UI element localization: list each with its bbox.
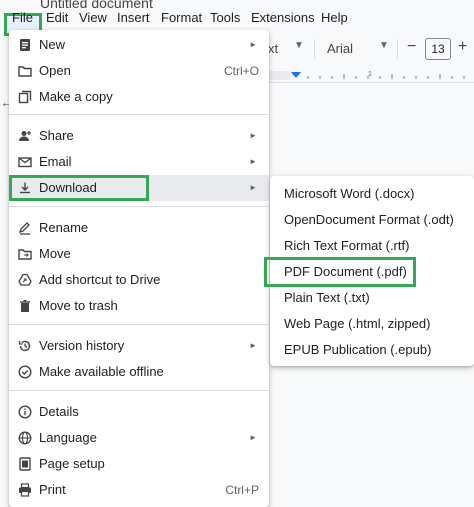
menu-item-label: Details: [39, 404, 79, 419]
style-select-partial[interactable]: xt: [268, 41, 278, 56]
menu-item-print[interactable]: Print Ctrl+P: [9, 477, 269, 503]
globe-icon: [18, 431, 32, 445]
menu-item-details[interactable]: Details: [9, 399, 269, 425]
menu-item-page-setup[interactable]: Page setup: [9, 451, 269, 477]
menu-item-label: Share: [39, 128, 74, 143]
menu-format[interactable]: Format: [161, 10, 202, 25]
menu-item-move-to-trash[interactable]: Move to trash: [9, 293, 269, 319]
ruler: 1: [268, 68, 474, 83]
download-option-label: Microsoft Word (.docx): [284, 186, 415, 201]
menubar: File Edit View Insert Format Tools Exten…: [0, 6, 474, 36]
menu-item-version-history[interactable]: Version history ►: [9, 333, 269, 359]
download-submenu: Microsoft Word (.docx) OpenDocument Form…: [264, 176, 474, 366]
print-icon: [19, 483, 31, 497]
font-select[interactable]: Arial: [327, 41, 353, 56]
download-option-rtf[interactable]: Rich Text Format (.rtf): [270, 233, 474, 259]
menu-divider: [9, 114, 269, 115]
menu-item-rename[interactable]: Rename: [9, 215, 269, 241]
menu-item-label: Email: [39, 154, 72, 169]
download-icon: [20, 182, 30, 194]
share-person-icon: [19, 131, 31, 141]
menu-item-label: Page setup: [39, 456, 105, 471]
menu-item-label: Open: [39, 63, 71, 78]
download-option-html[interactable]: Web Page (.html, zipped): [270, 311, 474, 337]
menu-help[interactable]: Help: [321, 10, 348, 25]
download-option-epub[interactable]: EPUB Publication (.epub): [270, 337, 474, 363]
menu-item-email[interactable]: Email ►: [9, 149, 269, 175]
email-icon: [18, 157, 32, 168]
menu-item-open[interactable]: Open Ctrl+O: [9, 58, 269, 84]
download-option-txt[interactable]: Plain Text (.txt): [270, 285, 474, 311]
font-size-input[interactable]: 13: [425, 38, 451, 60]
menu-item-label: Move to trash: [39, 298, 118, 313]
download-option-label: Web Page (.html, zipped): [284, 316, 431, 331]
ruler-ticks: 1: [268, 71, 465, 80]
folder-icon: [18, 66, 32, 77]
menu-item-share[interactable]: Share ►: [9, 123, 269, 149]
menu-item-label: Language: [39, 430, 97, 445]
submenu-arrow-icon: ►: [249, 341, 257, 350]
menu-item-label: Version history: [39, 338, 125, 353]
menu-edit[interactable]: Edit: [46, 10, 68, 25]
menu-divider: [9, 206, 269, 207]
toolbar-divider: [314, 39, 315, 59]
menu-item-label: Add shortcut to Drive: [39, 272, 161, 287]
decrease-font-size-button[interactable]: −: [407, 38, 416, 56]
download-option-label: PDF Document (.pdf): [284, 264, 407, 279]
toolbar-divider: [397, 39, 398, 59]
toolbar: xt ▼ Arial ▼ − 13 +: [268, 36, 474, 64]
download-option-label: OpenDocument Format (.odt): [284, 212, 454, 227]
shortcut-label: Ctrl+P: [225, 483, 259, 497]
menu-item-move[interactable]: Move: [9, 241, 269, 267]
info-icon: [18, 405, 32, 419]
menu-item-label: New: [39, 37, 66, 52]
page-setup-icon: [19, 457, 31, 471]
copy-icon: [18, 90, 32, 104]
menu-extensions[interactable]: Extensions: [251, 10, 315, 25]
submenu-arrow-icon: ►: [249, 157, 257, 166]
menu-item-label: Make a copy: [39, 89, 113, 104]
menu-item-make-a-copy[interactable]: Make a copy: [9, 84, 269, 110]
drive-shortcut-icon: [18, 273, 32, 286]
offline-icon: [18, 365, 32, 379]
document-icon: [20, 39, 30, 51]
rename-icon: [18, 222, 30, 235]
menu-item-make-available-offline[interactable]: Make available offline: [9, 359, 269, 385]
menu-insert[interactable]: Insert: [117, 10, 150, 25]
menu-item-label: Print: [39, 482, 66, 497]
trash-icon: [20, 300, 30, 312]
download-option-label: Plain Text (.txt): [284, 290, 370, 305]
download-option-docx[interactable]: Microsoft Word (.docx): [270, 181, 474, 207]
download-option-odt[interactable]: OpenDocument Format (.odt): [270, 207, 474, 233]
menu-file[interactable]: File: [12, 10, 33, 25]
menu-view[interactable]: View: [79, 10, 107, 25]
indent-marker-icon: [291, 72, 301, 78]
menu-divider: [9, 390, 269, 391]
increase-font-size-button[interactable]: +: [458, 38, 467, 56]
chevron-down-icon[interactable]: ▼: [379, 40, 389, 51]
submenu-arrow-icon: ►: [249, 433, 257, 442]
svg-text:1: 1: [368, 71, 372, 78]
menu-item-new[interactable]: New ►: [9, 32, 269, 58]
shortcut-label: Ctrl+O: [223, 64, 259, 78]
submenu-arrow-icon: ►: [249, 40, 257, 49]
menu-divider: [9, 324, 269, 325]
submenu-arrow-icon: ►: [249, 183, 257, 192]
menu-item-language[interactable]: Language ►: [9, 425, 269, 451]
menu-item-add-shortcut-to-drive[interactable]: Add shortcut to Drive: [9, 267, 269, 293]
download-option-label: Rich Text Format (.rtf): [284, 238, 410, 253]
move-folder-icon: [18, 249, 32, 260]
chevron-down-icon[interactable]: ▼: [294, 40, 304, 51]
menu-item-label: Rename: [39, 220, 89, 235]
submenu-arrow-icon: ►: [249, 131, 257, 140]
download-option-pdf[interactable]: PDF Document (.pdf): [264, 257, 474, 287]
download-option-label: EPUB Publication (.epub): [284, 342, 432, 357]
menu-item-label: Download: [39, 180, 97, 195]
menu-item-label: Make available offline: [39, 364, 164, 379]
menu-item-label: Move: [39, 246, 71, 261]
menu-item-download[interactable]: Download ►: [9, 175, 269, 201]
file-menu: New ► Open Ctrl+O Make a copy Share ► Em…: [9, 30, 269, 507]
menu-tools[interactable]: Tools: [210, 10, 240, 25]
history-icon: [18, 340, 31, 352]
